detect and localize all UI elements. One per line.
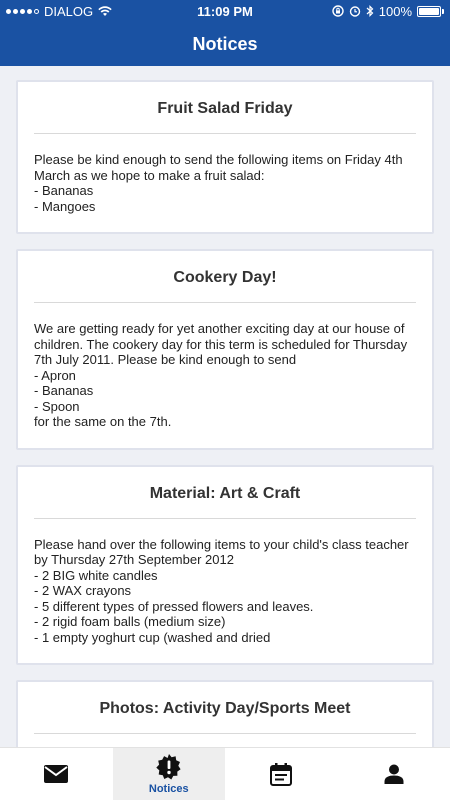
battery-icon — [417, 5, 444, 17]
notice-line: Please hand over the following items to … — [34, 536, 409, 568]
notice-line: - Apron — [34, 367, 76, 383]
tab-notices[interactable]: Notices — [112, 748, 225, 800]
notice-line: - 2 rigid foam balls (medium size) — [34, 614, 226, 629]
notice-card[interactable]: Material: Art & Craft Please hand over th… — [16, 464, 434, 665]
notice-line: - Spoon — [34, 398, 80, 414]
calendar-icon — [270, 762, 293, 786]
notice-card[interactable]: Cookery Day! We are getting ready for yet… — [16, 249, 434, 450]
notice-body: Please be kind enough to send the follow… — [34, 152, 416, 214]
notice-line: - 2 BIG white candles — [34, 567, 158, 583]
notice-line: for the same on the 7th. — [34, 414, 172, 429]
notice-title: Photos: Activity Day/Sports Meet — [34, 682, 416, 734]
notice-card[interactable]: Fruit Salad Friday Please be kind enough … — [16, 80, 434, 234]
notice-line: - 2 WAX crayons — [34, 583, 132, 598]
notice-title: Cookery Day! — [34, 251, 416, 303]
header-bar: Notices — [0, 22, 450, 66]
notice-list[interactable]: Fruit Salad Friday Please be kind enough … — [0, 66, 450, 747]
notice-body: We are getting ready for yet another exc… — [34, 321, 416, 430]
lock-rotation-icon — [332, 5, 344, 17]
wifi-icon — [98, 5, 112, 16]
tab-messages[interactable] — [0, 748, 113, 800]
battery-percent: 100% — [378, 3, 412, 19]
page-title: Notices — [192, 33, 258, 54]
signal-dots-icon — [6, 8, 39, 14]
status-bar: DIALOG 11:09 PM 100% — [0, 0, 450, 22]
tab-calendar[interactable] — [225, 748, 338, 800]
bluetooth-icon — [366, 5, 374, 17]
alert-badge-icon — [156, 753, 181, 779]
notice-line: - Bananas — [34, 183, 94, 198]
notice-line: - Mangoes — [34, 198, 96, 214]
notice-card[interactable]: Photos: Activity Day/Sports Meet — [16, 680, 434, 747]
carrier-name: DIALOG — [44, 3, 94, 19]
person-icon — [384, 764, 404, 784]
tab-profile[interactable] — [338, 748, 450, 800]
tab-bar: Notices — [0, 747, 450, 800]
notice-line: We are getting ready for yet another exc… — [34, 321, 408, 367]
notice-line: Please be kind enough to send the follow… — [34, 152, 403, 183]
notice-title: Material: Art & Craft — [34, 467, 416, 519]
notice-line: - 1 empty yoghurt cup (washed and dried — [34, 629, 271, 645]
notice-body: Please hand over the following items to … — [34, 537, 416, 646]
notice-line: - Bananas — [34, 383, 94, 398]
envelope-icon — [44, 765, 69, 783]
notice-line: - 5 different types of pressed flowers a… — [34, 598, 314, 614]
alarm-icon — [349, 6, 360, 17]
notice-title: Fruit Salad Friday — [34, 82, 416, 134]
tab-notices-label: Notices — [148, 782, 189, 795]
